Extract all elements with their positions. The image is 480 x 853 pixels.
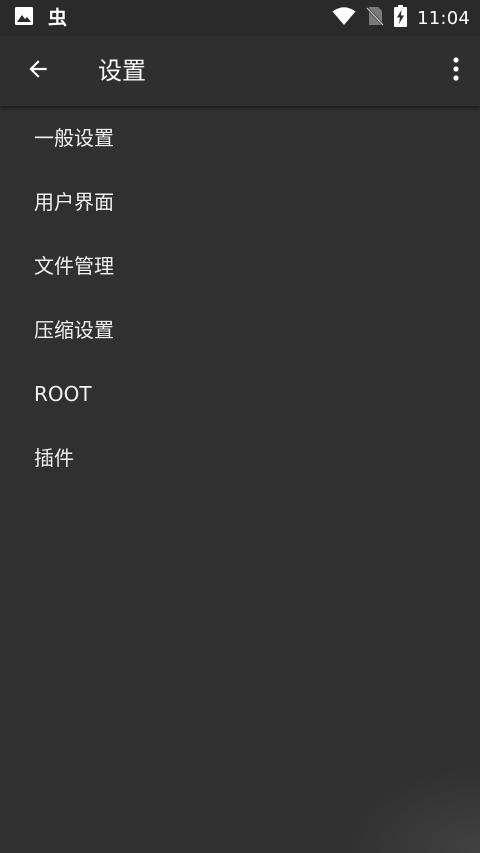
- arrow-left-icon: [25, 56, 51, 86]
- settings-item-plugins[interactable]: 插件: [0, 426, 480, 490]
- back-button[interactable]: [14, 47, 62, 95]
- settings-item-general[interactable]: 一般设置: [0, 106, 480, 170]
- page-title: 设置: [98, 57, 146, 85]
- more-options-button[interactable]: [438, 47, 474, 95]
- bug-icon: 虫: [48, 6, 68, 29]
- corner-glow: [310, 743, 480, 853]
- status-bar: 虫 11:04: [0, 0, 480, 36]
- app-bar: 设置: [0, 36, 480, 106]
- settings-list: 一般设置 用户界面 文件管理 压缩设置 ROOT 插件: [0, 106, 480, 853]
- status-bar-right: 11:04: [332, 0, 470, 36]
- settings-item-compression[interactable]: 压缩设置: [0, 298, 480, 362]
- settings-item-file-management[interactable]: 文件管理: [0, 234, 480, 298]
- image-icon: [14, 6, 34, 30]
- status-bar-left: 虫: [14, 0, 67, 36]
- more-vertical-icon: [452, 56, 460, 86]
- settings-item-root[interactable]: ROOT: [0, 362, 480, 426]
- status-time: 11:04: [417, 7, 470, 29]
- battery-charging-icon: [394, 5, 408, 31]
- settings-item-user-interface[interactable]: 用户界面: [0, 170, 480, 234]
- no-sim-icon: [366, 6, 385, 30]
- wifi-icon: [332, 6, 356, 30]
